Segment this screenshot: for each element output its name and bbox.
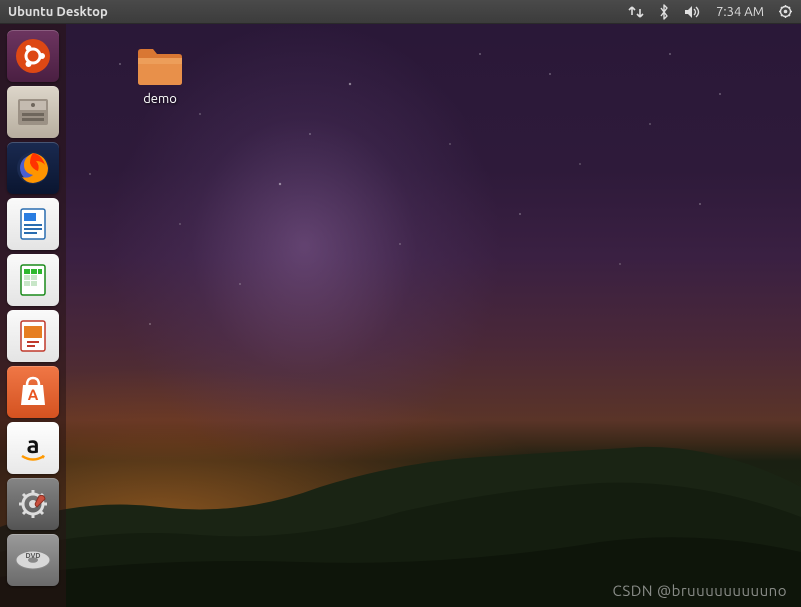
launcher-amazon[interactable]: a: [7, 422, 59, 474]
top-menu-bar: Ubuntu Desktop 7:34 AM: [0, 0, 801, 24]
network-icon[interactable]: [628, 5, 644, 19]
amazon-icon: a: [12, 427, 54, 469]
power-cog-icon[interactable]: [778, 4, 793, 19]
desktop-folder-demo[interactable]: demo: [120, 44, 200, 106]
folder-icon: [135, 44, 185, 88]
launcher-settings[interactable]: [7, 478, 59, 530]
impress-icon: [12, 315, 54, 357]
system-indicators: 7:34 AM: [628, 4, 793, 20]
calc-icon: [12, 259, 54, 301]
launcher-calc[interactable]: [7, 254, 59, 306]
writer-icon: [12, 203, 54, 245]
unity-launcher: A a DVD: [0, 24, 66, 607]
shopping-bag-icon: A: [12, 371, 54, 413]
dvd-disc-icon: DVD: [12, 539, 54, 581]
launcher-writer[interactable]: [7, 198, 59, 250]
desktop-icon-label: demo: [143, 92, 177, 106]
launcher-software[interactable]: A: [7, 366, 59, 418]
launcher-dash[interactable]: [7, 30, 59, 82]
launcher-files[interactable]: [7, 86, 59, 138]
svg-text:a: a: [26, 431, 39, 458]
launcher-firefox[interactable]: [7, 142, 59, 194]
desktop-wallpaper[interactable]: demo CSDN @bruuuuuuuuuno: [0, 24, 801, 607]
launcher-disc[interactable]: DVD: [7, 534, 59, 586]
launcher-impress[interactable]: [7, 310, 59, 362]
svg-text:DVD: DVD: [26, 552, 41, 560]
volume-icon[interactable]: [684, 5, 702, 19]
clock[interactable]: 7:34 AM: [716, 5, 764, 19]
file-manager-icon: [12, 91, 54, 133]
window-title: Ubuntu Desktop: [8, 5, 108, 19]
watermark-text: CSDN @bruuuuuuuuuno: [612, 582, 787, 599]
ubuntu-logo-icon: [12, 35, 54, 77]
svg-text:A: A: [28, 386, 39, 403]
firefox-icon: [12, 147, 54, 189]
bluetooth-icon[interactable]: [658, 4, 670, 20]
settings-wrench-icon: [12, 483, 54, 525]
wallpaper-hills: [0, 407, 801, 607]
